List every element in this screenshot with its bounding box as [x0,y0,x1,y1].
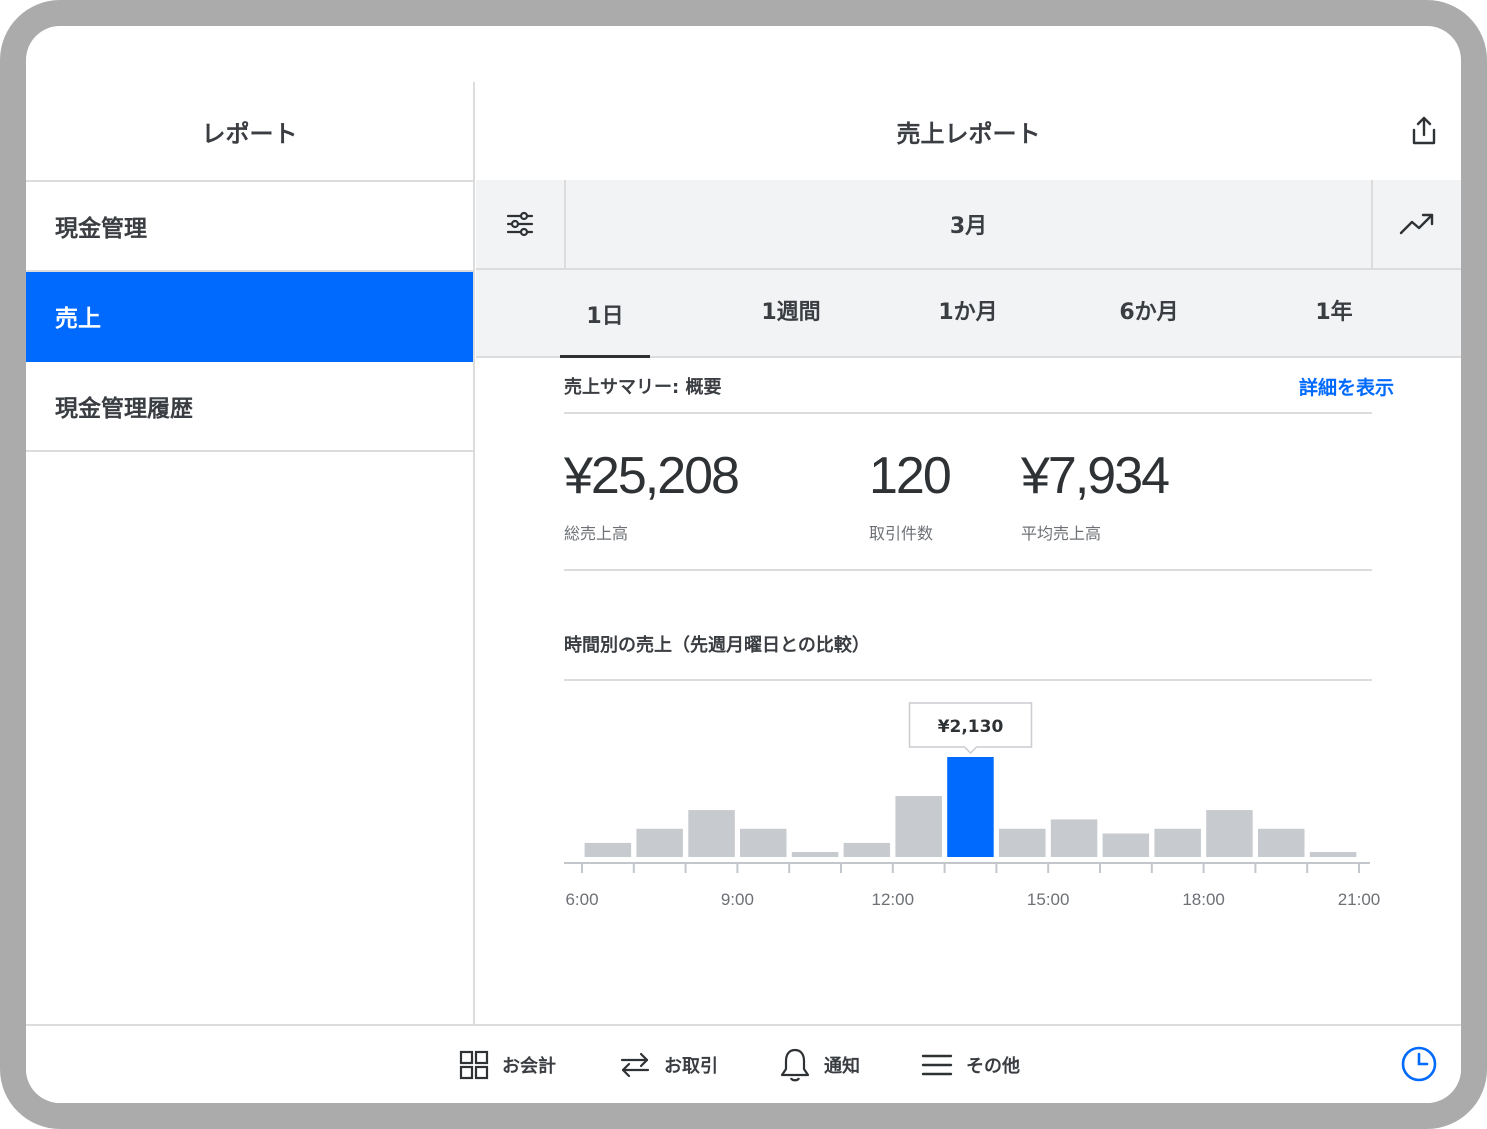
x-tick-label: 21:00 [1338,890,1381,909]
chart-bar[interactable] [688,810,735,857]
tab-1-day[interactable]: 1日 [560,270,650,358]
transfer-arrows-icon [620,1052,650,1077]
sidebar-item-label: 売上 [55,306,101,332]
chart-tooltip: ¥2,130 [908,702,1033,755]
date-bar: 3月 [476,180,1461,270]
report-content: 売上サマリー: 概要 詳細を表示 ¥25,208 総売上高 120 取引件数 ¥… [564,360,1394,929]
x-tick-label: 9:00 [721,890,754,909]
sidebar-item-label: 現金管理 [55,216,147,242]
nav-notifications[interactable]: 通知 [778,1026,860,1103]
hourly-sales-chart: 6:00 9:00 12:00 15:00 18:00 21:00 ¥2,130 [564,681,1380,929]
tooltip-value: ¥2,130 [938,717,1004,737]
metric-transactions: 120 取引件数 [869,446,952,544]
tab-1-year[interactable]: 1年 [1274,266,1394,354]
nav-label: その他 [966,1055,1020,1077]
sidebar-item-sales[interactable]: 売上 [26,272,473,362]
metric-label: 取引件数 [869,524,934,543]
sliders-icon[interactable] [476,180,566,268]
tablet-frame: レポート 現金管理 売上 現金管理履歴 売上レポート 3月 1日 1週間 1か月… [0,0,1487,1129]
period-tabs: 1日 1週間 1か月 6か月 1年 [476,270,1461,358]
x-tick-label: 6:00 [565,890,598,909]
nav-more[interactable]: その他 [920,1026,1020,1103]
chart-bar[interactable] [947,757,994,857]
sidebar-item-cash-management[interactable]: 現金管理 [26,182,473,272]
summary-header: 売上サマリー: 概要 詳細を表示 [564,360,1394,412]
main-panel: 売上レポート 3月 1日 1週間 1か月 6か月 1年 売上サマリー: 概要 詳… [476,82,1461,1024]
menu-icon [921,1054,953,1075]
sidebar-item-cash-history[interactable]: 現金管理履歴 [26,362,473,452]
chart-bar[interactable] [1102,833,1150,858]
summary-metrics: ¥25,208 総売上高 120 取引件数 ¥7,934 平均売上高 [564,414,1372,569]
metric-gross-sales: ¥25,208 総売上高 [564,446,740,544]
metric-value: 120 [869,447,952,505]
chart-title: 時間別の売上（先週月曜日との比較） [564,635,870,656]
chart-bar[interactable] [1206,810,1253,857]
main-header: 売上レポート [476,82,1461,180]
metric-average-sale: ¥7,934 平均売上高 [1021,446,1170,544]
chart-bar[interactable] [791,852,839,857]
nav-checkout[interactable]: お会計 [458,1026,556,1103]
bar-chart: 6:00 9:00 12:00 15:00 18:00 21:00 ¥2,130 [564,702,1380,909]
x-tick-label: 18:00 [1182,890,1225,909]
metric-value: ¥7,934 [1021,447,1170,505]
chart-bar[interactable] [1258,828,1305,857]
date-range-label[interactable]: 3月 [566,180,1371,268]
chart-bar[interactable] [636,828,683,857]
bottom-nav: お会計 お取引 通知 その他 [26,1024,1461,1103]
chart-bar[interactable] [740,828,787,857]
sidebar: レポート 現金管理 売上 現金管理履歴 [26,82,475,1024]
x-tick-label: 15:00 [1027,890,1070,909]
page-title: 売上レポート [896,119,1041,148]
nav-transactions[interactable]: お取引 [618,1026,718,1103]
chart-bar[interactable] [1050,819,1098,857]
summary-title: 売上サマリー: 概要 [564,377,722,398]
sidebar-title: レポート [26,82,473,182]
bell-icon [780,1048,810,1081]
chart-bar[interactable] [999,828,1046,857]
grid-icon [459,1050,489,1079]
metric-value: ¥25,208 [564,447,740,505]
trend-up-icon[interactable] [1371,180,1461,268]
nav-label: 通知 [824,1055,860,1077]
chart-bar[interactable] [843,842,891,857]
tab-1-month[interactable]: 1か月 [908,266,1028,354]
tab-1-week[interactable]: 1週間 [731,266,851,354]
share-icon[interactable] [1407,114,1441,148]
metric-label: 総売上高 [564,524,629,543]
x-tick-label: 12:00 [872,890,915,909]
divider [564,569,1372,571]
nav-label: お取引 [664,1055,718,1077]
clock-icon[interactable] [1399,1044,1439,1084]
screen: レポート 現金管理 売上 現金管理履歴 売上レポート 3月 1日 1週間 1か月… [26,26,1461,1103]
show-details-link[interactable]: 詳細を表示 [1299,373,1394,400]
tab-6-months[interactable]: 6か月 [1089,266,1209,354]
metric-label: 平均売上高 [1021,524,1102,543]
chart-bar[interactable] [895,796,942,857]
sidebar-item-label: 現金管理履歴 [55,396,193,422]
chart-bar[interactable] [1154,828,1201,857]
chart-bar[interactable] [1309,852,1357,857]
chart-bar[interactable] [584,842,632,857]
nav-label: お会計 [502,1055,556,1077]
